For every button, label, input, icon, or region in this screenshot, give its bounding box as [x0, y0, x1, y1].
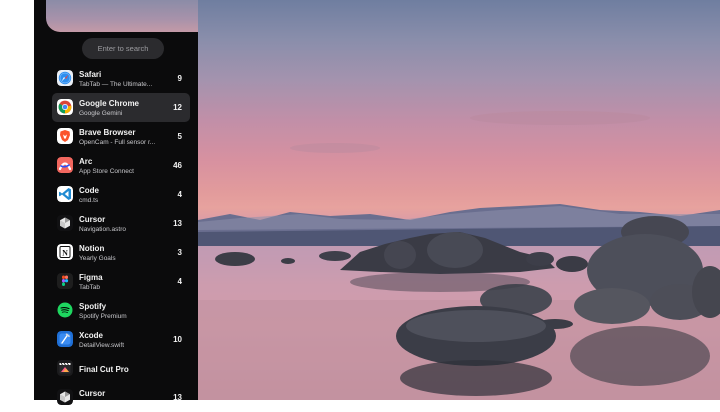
window-count: 9 — [177, 74, 182, 83]
app-name: Figma — [79, 273, 103, 282]
cursor-icon — [57, 389, 73, 405]
app-name: Xcode — [79, 331, 104, 340]
list-item-spotify[interactable]: Spotify Spotify Premium — [52, 296, 190, 325]
window-count: 10 — [173, 335, 182, 344]
window-count: 12 — [173, 103, 182, 112]
spotify-icon — [57, 302, 73, 318]
window-title: OpenCam - Full sensor r... — [79, 139, 156, 146]
list-item-xcode[interactable]: Xcode DetailView.swift 10 — [52, 325, 190, 354]
list-item-figma[interactable]: Figma TabTab 4 — [52, 267, 190, 296]
window-title: TabTab — The Ultimate... — [79, 81, 153, 88]
search-input[interactable]: Enter to search — [82, 38, 164, 59]
list-item-code[interactable]: Code cmd.ts 4 — [52, 180, 190, 209]
window-title: TabTab — [79, 284, 100, 291]
app-name: Google Chrome — [79, 99, 140, 108]
list-item-notion[interactable]: N Notion Yearly Goals 3 — [52, 238, 190, 267]
xcode-icon — [57, 331, 73, 347]
app-name: Brave Browser — [79, 128, 136, 137]
safari-icon — [57, 70, 73, 86]
list-item-brave-browser[interactable]: Brave Browser OpenCam - Full sensor r...… — [52, 122, 190, 151]
panel-top-corner — [34, 0, 198, 32]
app-name: Cursor — [79, 215, 106, 224]
window-count: 3 — [177, 248, 182, 257]
window-title: cmd.ts — [79, 197, 99, 204]
window-count: 4 — [177, 277, 182, 286]
window-title: Spotify Premium — [79, 313, 127, 320]
window-count: 13 — [173, 219, 182, 228]
svg-text:N: N — [62, 248, 68, 257]
window-count: 46 — [173, 161, 182, 170]
app-name: Code — [79, 186, 99, 195]
chrome-icon — [57, 99, 73, 115]
window-title: Yearly Goals — [79, 255, 116, 262]
window-count: 13 — [173, 393, 182, 402]
vscode-icon — [57, 186, 73, 202]
list-item-cursor-2[interactable]: Cursor 13 — [52, 383, 190, 412]
figma-icon — [57, 273, 73, 289]
brave-icon — [57, 128, 73, 144]
window-title: Google Gemini — [79, 110, 123, 117]
app-name: Final Cut Pro — [79, 365, 129, 374]
list-item-cursor[interactable]: Cursor Navigation.astro 13 — [52, 209, 190, 238]
arc-icon — [57, 157, 73, 173]
window-title: DetailView.swift — [79, 342, 125, 349]
window-count: 5 — [177, 132, 182, 141]
app-name: Cursor — [79, 389, 106, 398]
app-name: Safari — [79, 70, 102, 79]
notion-icon: N — [57, 244, 73, 260]
window-edge — [0, 0, 34, 400]
window-count: 4 — [177, 190, 182, 199]
app-name: Arc — [79, 157, 93, 166]
window-title: App Store Connect — [79, 168, 134, 175]
app-name: Spotify — [79, 302, 107, 311]
window-title: Navigation.astro — [79, 226, 126, 233]
final-cut-pro-icon — [57, 360, 73, 376]
list-item-google-chrome[interactable]: Google Chrome Google Gemini 12 — [52, 93, 190, 122]
list-item-final-cut-pro[interactable]: Final Cut Pro — [52, 354, 190, 383]
cursor-icon — [57, 215, 73, 231]
list-item-arc[interactable]: Arc App Store Connect 46 — [52, 151, 190, 180]
list-item-safari[interactable]: Safari TabTab — The Ultimate... 9 — [52, 64, 190, 93]
app-name: Notion — [79, 244, 105, 253]
app-list: Safari TabTab — The Ultimate... 9 Google… — [52, 64, 190, 412]
